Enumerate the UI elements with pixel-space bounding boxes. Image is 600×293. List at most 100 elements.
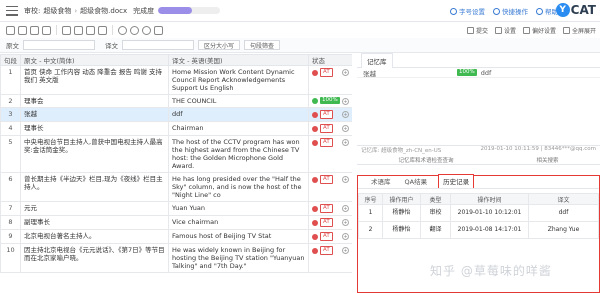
tab-memory[interactable]: 记忆库 [361, 53, 393, 68]
table-row[interactable]: 6 曾长期主持《半边天》栏目,现为《夜线》栏目主持人。 He has long pr… [0, 172, 352, 202]
merge-icon[interactable] [86, 25, 95, 35]
segment-number: 5 [0, 135, 21, 173]
history-target: ddf [528, 204, 599, 222]
font-icon [450, 7, 457, 15]
progress-label: 完成度 [133, 6, 155, 15]
filter-icon[interactable] [154, 25, 163, 35]
menu-icon[interactable] [6, 5, 18, 16]
target-cell[interactable]: Home Mission Work Content Dynamic Counci… [168, 65, 309, 95]
target-cell[interactable]: The host of the CCTV program has won the… [168, 135, 309, 173]
format-icon[interactable] [62, 25, 71, 35]
add-icon[interactable]: + [342, 219, 349, 226]
target-cell[interactable]: Yuan Yuan [168, 201, 309, 216]
font-size-setting[interactable]: 字号设置 [450, 6, 485, 16]
source-cell: 北京电视台著名主持人。 [20, 229, 169, 244]
fullscreen-label: 全屏展开 [571, 28, 596, 35]
table-row[interactable]: 3 张越 ddf AT + [0, 107, 352, 122]
edit-status-icon [312, 125, 318, 132]
table-row[interactable]: 4 理事长 Chairman AT + [0, 121, 352, 136]
tm-match-row[interactable]: 张越 100% ddf [357, 68, 600, 78]
history-index: 2 [358, 221, 383, 239]
target-cell[interactable]: ddf [168, 107, 309, 122]
tm-links: 记忆库和术语检查查询 相关搜索 [357, 155, 600, 165]
source-cell: 因主持北京电视台《元元说话》、《第7日》等节目而在北京家喻户晓。 [20, 243, 169, 273]
history-row[interactable]: 1 杨静怡 审校 2019-01-10 10:12:01 ddf [358, 204, 599, 222]
history-col-type: 类型 [420, 193, 451, 205]
target-filter-label: 译文 [105, 42, 118, 50]
table-row[interactable]: 5 中央电视台节目主持人,曾获中国电视主持人最高奖:金话筒金奖。 The host … [0, 135, 352, 173]
add-icon[interactable]: + [342, 111, 349, 118]
split-icon[interactable] [98, 25, 107, 35]
table-row[interactable]: 10 因主持北京电视台《元元说话》、《第7日》等节目而在北京家喻户晓。 He was… [0, 243, 352, 273]
segment-number: 6 [0, 172, 21, 202]
history-row[interactable]: 2 杨静怡 翻译 2019-01-08 14:17:01 Zhang Yue [358, 221, 599, 239]
source-cell: 首页 侠命 工作内容 动态 降重会 报告 鸣谢 支持 我们 英文版 [20, 65, 169, 95]
copy-source-icon[interactable] [30, 25, 39, 35]
add-icon[interactable]: + [342, 176, 349, 183]
target-cell[interactable]: Vice chairman [168, 215, 309, 230]
clear-icon[interactable] [42, 25, 51, 35]
source-cell: 理事长 [20, 121, 169, 136]
target-cell[interactable]: Chairman [168, 121, 309, 136]
help-icon [536, 7, 543, 15]
segment-filter-button[interactable]: 句段筛查 [244, 40, 281, 50]
crumb-project[interactable]: 超级食物 [43, 6, 71, 16]
edit-status-icon [312, 205, 318, 212]
submit-button[interactable]: 提交 [466, 26, 488, 35]
tm-term-query-link[interactable]: 记忆库和术语检查查询 [398, 156, 453, 164]
history-time: 2019-01-08 14:17:01 [450, 221, 529, 239]
table-row[interactable]: 2 理事会 THE COUNCIL 100% + [0, 94, 352, 108]
status-cell: 100% + [308, 94, 352, 108]
add-icon[interactable]: + [342, 233, 349, 240]
undo-icon[interactable] [6, 25, 15, 35]
toolbar: 提交 设置 偏好设置 全屏展开 [0, 22, 600, 38]
settings-button[interactable]: 设置 [494, 26, 516, 35]
status-badge: AT [320, 218, 333, 227]
source-cell: 张越 [20, 107, 169, 122]
col-header-status: 状态 [308, 54, 352, 66]
status-cell: AT + [308, 135, 352, 173]
table-row[interactable]: 1 首页 侠命 工作内容 动态 降重会 报告 鸣谢 支持 我们 英文版 Home M… [0, 65, 352, 95]
fullscreen-button[interactable]: 全屏展开 [562, 26, 596, 35]
status-badge: AT [320, 175, 333, 184]
add-icon[interactable]: + [342, 139, 349, 146]
table-row[interactable]: 7 元元 Yuan Yuan AT + [0, 201, 352, 216]
qa-icon[interactable] [118, 25, 127, 35]
preferences-button[interactable]: 偏好设置 [522, 26, 556, 35]
add-icon[interactable]: + [342, 125, 349, 132]
target-cell[interactable]: He was widely known in Beijing for hosti… [168, 243, 309, 273]
tm-related-search-link[interactable]: 相关搜索 [536, 156, 558, 164]
tag-icon[interactable] [74, 25, 83, 35]
case-sensitive-button[interactable]: 区分大小写 [198, 40, 241, 50]
history-index: 1 [358, 204, 383, 222]
table-row[interactable]: 8 副理事长 Vice chairman AT + [0, 215, 352, 230]
submit-label: 提交 [475, 28, 488, 35]
top-bar: 审校: 超级食物 › 超级食物.docx 完成度 字号设置 快捷操作 帮助 YC… [0, 0, 600, 22]
shortcut-button[interactable]: 快捷操作 [493, 6, 528, 16]
redo-icon[interactable] [18, 25, 27, 35]
search-icon[interactable] [130, 25, 139, 35]
add-icon[interactable]: + [342, 247, 349, 254]
crumb-file[interactable]: 超级食物.docx [80, 6, 127, 16]
replace-icon[interactable] [142, 25, 151, 35]
status-cell: AT + [308, 172, 352, 202]
target-cell[interactable]: He has long presided over the "Half the … [168, 172, 309, 202]
table-row[interactable]: 9 北京电视台著名主持人。 Famous host of Beijing TV St… [0, 229, 352, 244]
target-cell[interactable]: Famous host of Beijing TV Stat [168, 229, 309, 244]
history-user: 杨静怡 [382, 204, 421, 222]
add-icon[interactable]: + [342, 205, 349, 212]
source-cell: 副理事长 [20, 215, 169, 230]
add-icon[interactable]: + [342, 69, 349, 76]
edit-status-icon [312, 219, 318, 226]
tab-termbase[interactable]: 术语库 [368, 176, 394, 188]
tab-qa-results[interactable]: QA结果 [402, 176, 431, 188]
target-cell[interactable]: THE COUNCIL [168, 94, 309, 108]
tab-history[interactable]: 历史记录 [438, 174, 475, 188]
target-filter-input[interactable] [122, 40, 194, 50]
history-type: 审校 [420, 204, 451, 222]
add-icon[interactable]: + [342, 98, 349, 105]
status-cell: AT + [308, 243, 352, 273]
source-filter-input[interactable] [23, 40, 95, 50]
tm-meta-memory: 记忆库: 超级食物_zh-CN_en-US [361, 148, 442, 154]
table-header: 句段 原文 - 中文(简体) 译文 - 英语(美国) 状态 [0, 54, 352, 66]
